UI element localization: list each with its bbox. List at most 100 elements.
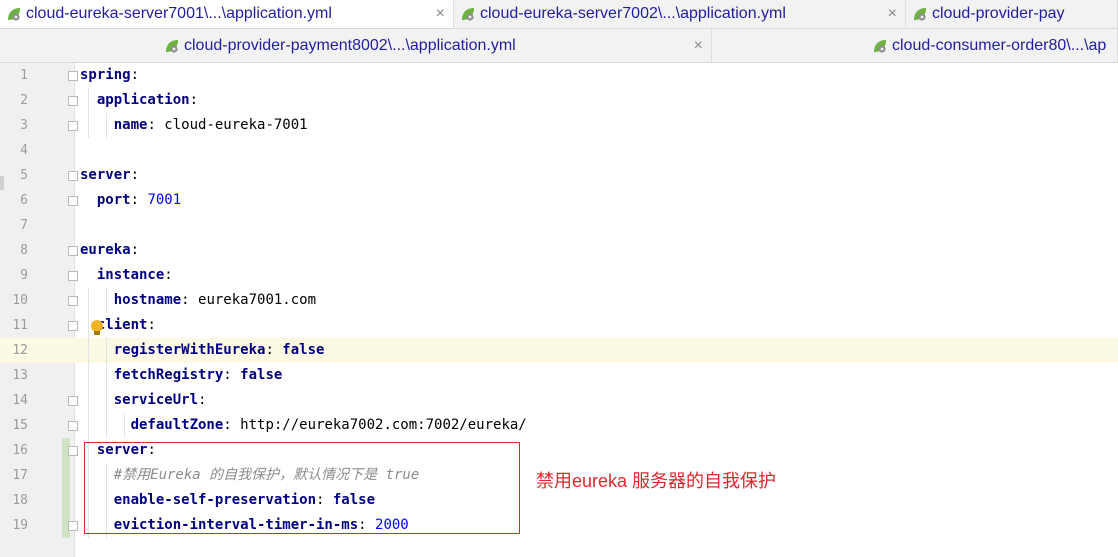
yaml-key: fetchRegistry xyxy=(113,367,224,383)
code-line[interactable]: 10 hostname: eureka7001.com xyxy=(0,288,1118,313)
indent-guide xyxy=(88,88,89,138)
fold-marker-icon[interactable] xyxy=(68,421,78,431)
code-line[interactable]: 3 name: cloud-eureka-7001 xyxy=(0,113,1118,138)
code-line[interactable]: 1 spring: xyxy=(0,63,1118,88)
line-number: 15 xyxy=(12,418,28,433)
line-number: 11 xyxy=(12,318,28,333)
code-line[interactable]: 15 defaultZone: http://eureka7002.com:70… xyxy=(0,413,1118,438)
code-line[interactable]: 11 client: xyxy=(0,313,1118,338)
yaml-separator: : xyxy=(265,342,283,358)
yaml-separator: : xyxy=(164,267,173,283)
file-row2-tab-0[interactable]: cloud-provider-payment8002\...\applicati… xyxy=(0,29,712,62)
yaml-value: cloud-eureka-7001 xyxy=(164,117,308,133)
tab-label: cloud-eureka-server7001\...\application.… xyxy=(26,5,332,22)
close-tab-icon[interactable]: × xyxy=(436,5,445,23)
code-line[interactable]: 9 instance: xyxy=(0,263,1118,288)
yaml-separator: : xyxy=(130,192,148,208)
code-text: server: xyxy=(80,163,139,188)
line-number: 2 xyxy=(20,93,28,108)
code-text: fetchRegistry: false xyxy=(80,363,283,388)
yaml-key: server xyxy=(80,167,131,183)
yaml-key: spring xyxy=(80,67,131,83)
yaml-separator: : xyxy=(181,292,199,308)
yaml-key: eureka xyxy=(80,242,131,258)
file-row2-tab-1[interactable]: cloud-consumer-order80\...\ap xyxy=(712,29,1118,62)
code-text: port: 7001 xyxy=(80,188,181,213)
code-text: instance: xyxy=(80,263,173,288)
line-number: 17 xyxy=(12,468,28,483)
close-tab-icon[interactable]: × xyxy=(694,37,703,55)
spring-leaf-gear-icon xyxy=(914,8,926,21)
line-number: 9 xyxy=(20,268,28,283)
code-text: registerWithEureka: false xyxy=(80,338,325,363)
fold-marker-icon[interactable] xyxy=(68,171,78,181)
line-number: 16 xyxy=(12,443,28,458)
yaml-value: false xyxy=(282,342,325,358)
yaml-key: serviceUrl xyxy=(113,392,199,408)
close-tab-icon[interactable]: × xyxy=(888,5,897,23)
fold-marker-icon[interactable] xyxy=(68,321,78,331)
editor-tab-row-2: cloud-provider-payment8002\...\applicati… xyxy=(0,29,1118,63)
indent-guide xyxy=(106,338,107,438)
code-editor[interactable]: 1 spring: 2 application: 3 name: cloud-eure… xyxy=(0,63,1118,557)
yaml-value: 7001 xyxy=(147,192,182,208)
line-number: 13 xyxy=(12,368,28,383)
code-line[interactable]: 13 fetchRegistry: false xyxy=(0,363,1118,388)
code-line[interactable]: 7 xyxy=(0,213,1118,238)
code-line[interactable]: 5 server: xyxy=(0,163,1118,188)
code-line[interactable]: 4 xyxy=(0,138,1118,163)
indent-guide xyxy=(124,413,125,438)
spring-leaf-gear-icon xyxy=(874,39,886,53)
fold-marker-icon[interactable] xyxy=(68,446,78,456)
fold-marker-icon[interactable] xyxy=(68,71,78,81)
yaml-key: hostname xyxy=(113,292,182,308)
code-text: hostname: eureka7001.com xyxy=(80,288,316,313)
fold-marker-icon[interactable] xyxy=(68,121,78,131)
code-line[interactable]: 8 eureka: xyxy=(0,238,1118,263)
yaml-separator: : xyxy=(198,392,207,408)
code-text: spring: xyxy=(80,63,139,88)
code-line[interactable]: 2 application: xyxy=(0,88,1118,113)
line-number: 3 xyxy=(20,118,28,133)
file-tab-2[interactable]: cloud-provider-pay xyxy=(906,0,1118,28)
yaml-separator: : xyxy=(223,367,241,383)
fold-marker-icon[interactable] xyxy=(68,396,78,406)
line-number: 19 xyxy=(12,518,28,533)
code-line[interactable]: 14 serviceUrl: xyxy=(0,388,1118,413)
fold-marker-icon[interactable] xyxy=(68,296,78,306)
line-number: 4 xyxy=(20,143,28,158)
yaml-value: http://eureka7002.com:7002/eureka/ xyxy=(240,417,527,433)
spring-leaf-gear-icon xyxy=(462,8,474,21)
lightbulb-icon[interactable] xyxy=(91,320,103,335)
spring-leaf-gear-icon xyxy=(166,39,178,53)
fold-marker-icon[interactable] xyxy=(68,521,78,531)
yaml-separator: : xyxy=(147,117,165,133)
line-number: 8 xyxy=(20,243,28,258)
yaml-key: instance xyxy=(96,267,165,283)
code-text: serviceUrl: xyxy=(80,388,207,413)
code-line[interactable]: 6 port: 7001 xyxy=(0,188,1118,213)
code-text: name: cloud-eureka-7001 xyxy=(80,113,308,138)
annotation-text: 禁用eureka 服务器的自我保护 xyxy=(536,471,777,491)
line-number: 18 xyxy=(12,493,28,508)
line-number: 6 xyxy=(20,193,28,208)
fold-marker-icon[interactable] xyxy=(68,246,78,256)
code-text: application: xyxy=(80,88,198,113)
fold-marker-icon[interactable] xyxy=(68,96,78,106)
fold-marker-icon[interactable] xyxy=(68,271,78,281)
file-tab-1[interactable]: cloud-eureka-server7002\...\application.… xyxy=(454,0,906,28)
yaml-key: client xyxy=(96,317,148,333)
file-tab-0[interactable]: cloud-eureka-server7001\...\application.… xyxy=(0,0,454,28)
yaml-separator: : xyxy=(189,92,199,108)
fold-marker-icon[interactable] xyxy=(68,196,78,206)
code-line[interactable]: 12 registerWithEureka: false xyxy=(0,338,1118,363)
tab-label: cloud-eureka-server7002\...\application.… xyxy=(480,5,786,22)
yaml-separator: : xyxy=(130,167,140,183)
yaml-key: application xyxy=(96,92,190,108)
tab-label: cloud-provider-payment8002\...\applicati… xyxy=(184,36,516,54)
